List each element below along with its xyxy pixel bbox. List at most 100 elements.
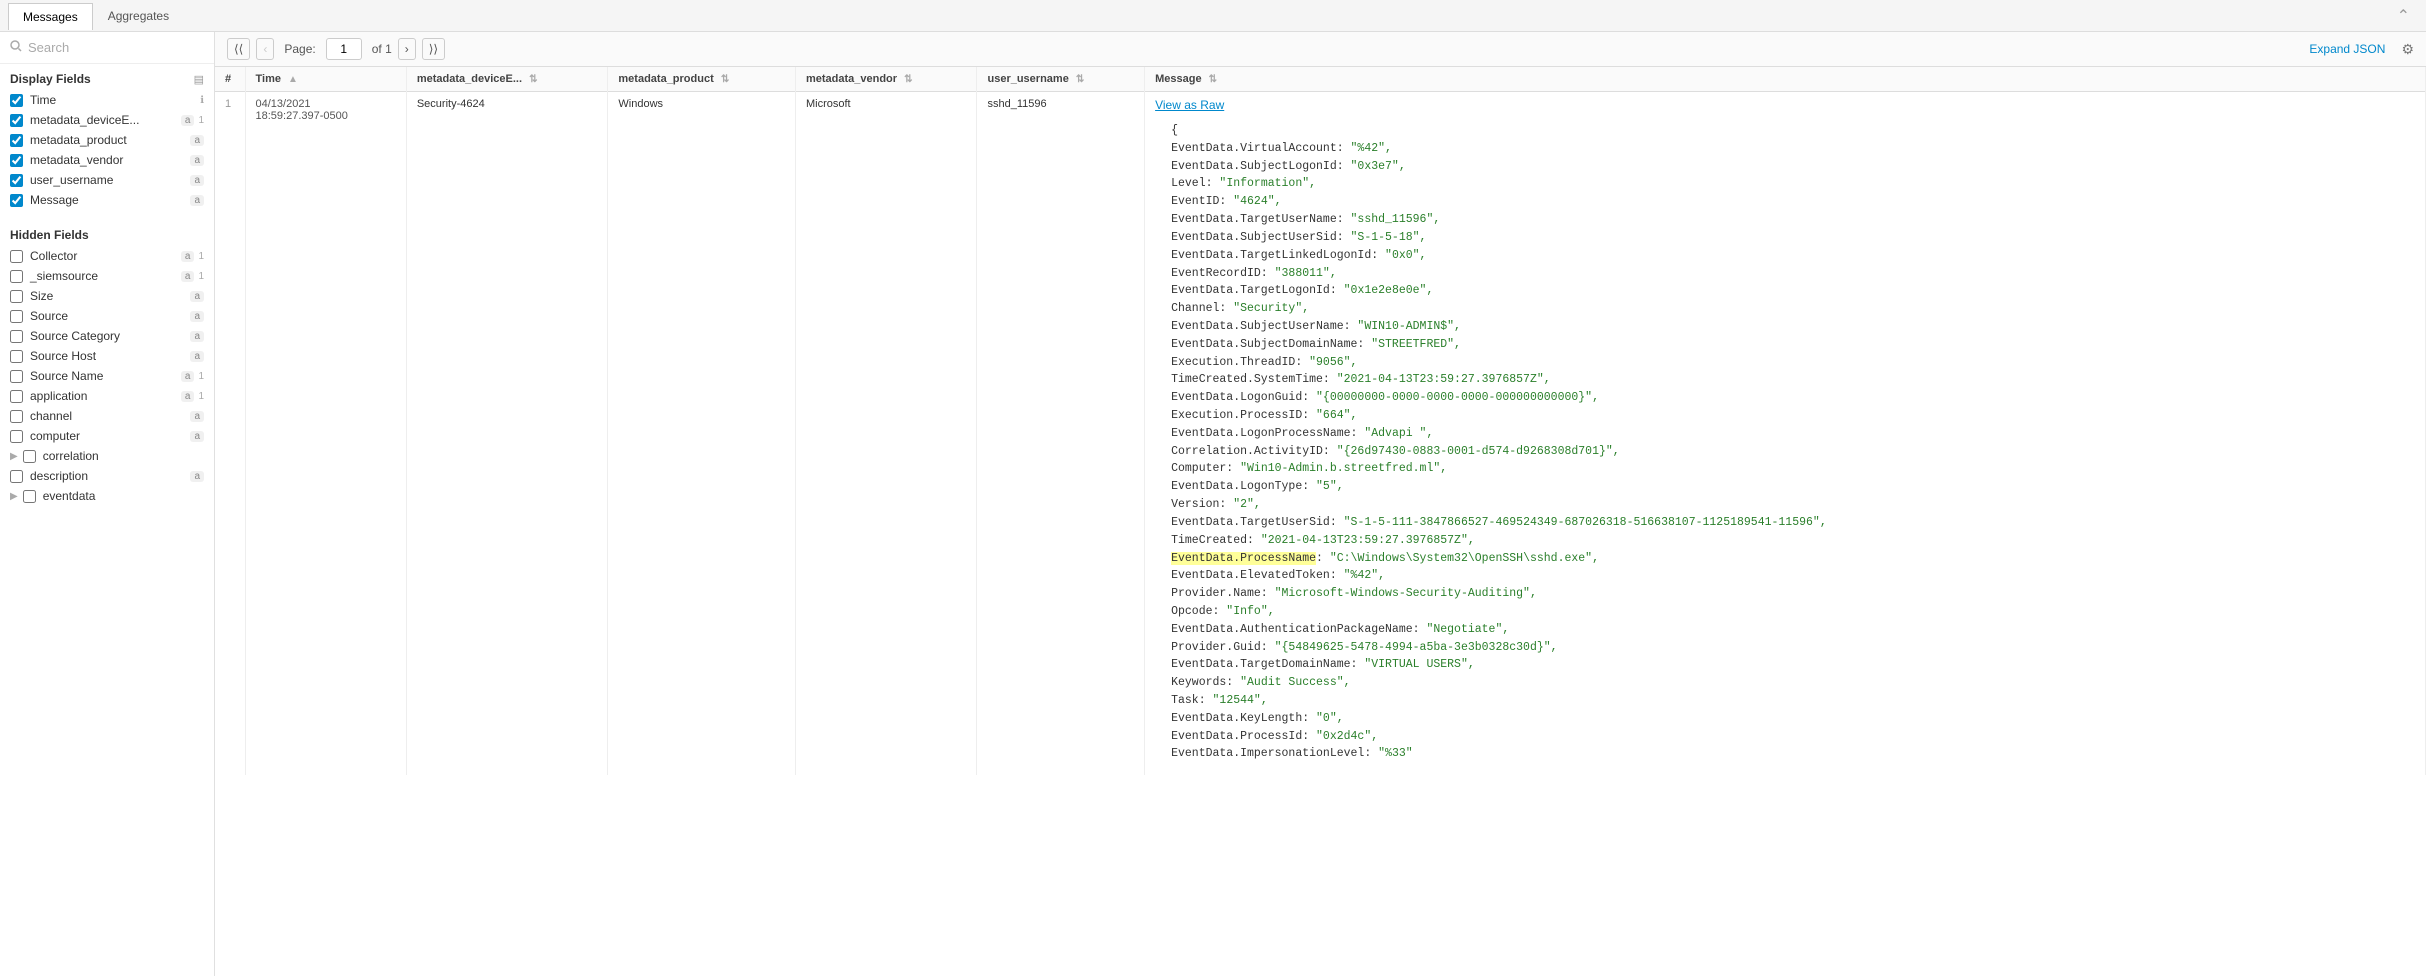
search-input[interactable]: [28, 40, 204, 55]
field-application[interactable]: application a 1: [0, 386, 214, 406]
json-line: {: [1171, 122, 2399, 140]
expand-json-button[interactable]: Expand JSON: [2309, 42, 2385, 56]
field-correlation-expand[interactable]: ▶: [10, 451, 18, 462]
field-metadata-product-checkbox[interactable]: [10, 134, 23, 147]
field-application-count: 1: [198, 391, 204, 402]
field-time-checkbox[interactable]: [10, 94, 23, 107]
view-raw-link[interactable]: View as Raw: [1155, 98, 2415, 112]
field-source-name[interactable]: Source Name a 1: [0, 366, 214, 386]
field-correlation-checkbox[interactable]: [23, 450, 36, 463]
json-value: "%42",: [1337, 569, 1385, 582]
field-metadata-product[interactable]: metadata_product a: [0, 130, 214, 150]
field-collector-label: Collector: [30, 249, 177, 263]
table-header-row: # Time ▲ metadata_deviceE... ⇅ metadata_…: [215, 67, 2426, 92]
json-value: "Info",: [1219, 605, 1274, 618]
field-eventdata[interactable]: ▶ eventdata: [0, 486, 214, 506]
json-value: "S-1-5-18",: [1344, 231, 1427, 244]
json-key: Correlation.ActivityID:: [1171, 445, 1330, 458]
json-line: Keywords: "Audit Success",: [1171, 674, 2399, 692]
json-value: "2021-04-13T23:59:27.3976857Z",: [1254, 534, 1475, 547]
json-value: "5",: [1309, 480, 1344, 493]
field-eventdata-expand[interactable]: ▶: [10, 491, 18, 502]
col-metadata-vendor[interactable]: metadata_vendor ⇅: [795, 67, 977, 92]
field-source-category-checkbox[interactable]: [10, 330, 23, 343]
field-collector[interactable]: Collector a 1: [0, 246, 214, 266]
json-key: TimeCreated:: [1171, 534, 1254, 547]
field-source-name-checkbox[interactable]: [10, 370, 23, 383]
field-metadata-product-label: metadata_product: [30, 133, 186, 147]
field-size[interactable]: Size a: [0, 286, 214, 306]
json-key: EventData.VirtualAccount:: [1171, 142, 1344, 155]
col-message[interactable]: Message ⇅: [1145, 67, 2426, 92]
field-channel-checkbox[interactable]: [10, 410, 23, 423]
field-correlation-label: correlation: [43, 449, 204, 463]
page-input[interactable]: [326, 38, 362, 60]
json-key: EventData.SubjectUserName:: [1171, 320, 1350, 333]
field-time-info[interactable]: ℹ: [200, 95, 204, 106]
field-metadata-vendor[interactable]: metadata_vendor a: [0, 150, 214, 170]
field-message-checkbox[interactable]: [10, 194, 23, 207]
results-table: # Time ▲ metadata_deviceE... ⇅ metadata_…: [215, 67, 2426, 775]
json-line: EventData.AuthenticationPackageName: "Ne…: [1171, 621, 2399, 639]
json-line: EventData.KeyLength: "0",: [1171, 710, 2399, 728]
app-container: Messages Aggregates ⌃ Display Fields ▤: [0, 0, 2426, 976]
field-message[interactable]: Message a: [0, 190, 214, 210]
json-value: "0x3e7",: [1344, 160, 1406, 173]
field-application-badge: a: [181, 391, 195, 402]
json-line: EventData.SubjectLogonId: "0x3e7",: [1171, 158, 2399, 176]
field-siemsource-checkbox[interactable]: [10, 270, 23, 283]
nav-first-button[interactable]: ⟨⟨: [227, 38, 250, 60]
field-description-checkbox[interactable]: [10, 470, 23, 483]
col-metadata-device[interactable]: metadata_deviceE... ⇅: [406, 67, 608, 92]
field-description[interactable]: description a: [0, 466, 214, 486]
field-metadata-device-checkbox[interactable]: [10, 114, 23, 127]
field-metadata-device[interactable]: metadata_deviceE... a 1: [0, 110, 214, 130]
json-key: EventData.LogonProcessName:: [1171, 427, 1357, 440]
field-source-category[interactable]: Source Category a: [0, 326, 214, 346]
col-user-username[interactable]: user_username ⇅: [977, 67, 1145, 92]
field-time-label: Time: [30, 93, 197, 107]
col-time[interactable]: Time ▲: [245, 67, 406, 92]
field-source[interactable]: Source a: [0, 306, 214, 326]
settings-icon[interactable]: ⚙: [2401, 41, 2414, 58]
field-application-checkbox[interactable]: [10, 390, 23, 403]
json-line: EventData.ImpersonationLevel: "%33": [1171, 745, 2399, 763]
tab-aggregates[interactable]: Aggregates: [93, 2, 184, 29]
field-source-host-checkbox[interactable]: [10, 350, 23, 363]
hidden-fields-header: Hidden Fields: [0, 220, 214, 246]
json-line: Channel: "Security",: [1171, 300, 2399, 318]
field-computer-badge: a: [190, 431, 204, 442]
field-siemsource[interactable]: _siemsource a 1: [0, 266, 214, 286]
field-time[interactable]: Time ℹ: [0, 90, 214, 110]
col-metadata-product[interactable]: metadata_product ⇅: [608, 67, 796, 92]
field-correlation[interactable]: ▶ correlation: [0, 446, 214, 466]
json-value: "%42",: [1344, 142, 1392, 155]
json-line: EventData.ProcessId: "0x2d4c",: [1171, 728, 2399, 746]
top-tabs: Messages Aggregates ⌃: [0, 0, 2426, 32]
json-line: EventRecordID: "388011",: [1171, 265, 2399, 283]
tab-messages[interactable]: Messages: [8, 3, 93, 30]
json-value: "0x2d4c",: [1309, 730, 1378, 743]
json-line: EventData.LogonProcessName: "Advapi ",: [1171, 425, 2399, 443]
nav-prev-button[interactable]: ‹: [256, 38, 274, 60]
field-size-checkbox[interactable]: [10, 290, 23, 303]
nav-next-button[interactable]: ›: [398, 38, 416, 60]
json-value: "{54849625-5478-4994-a5ba-3e3b0328c30d}"…: [1268, 641, 1558, 654]
field-metadata-vendor-checkbox[interactable]: [10, 154, 23, 167]
nav-last-button[interactable]: ⟩⟩: [422, 38, 445, 60]
field-user-username[interactable]: user_username a: [0, 170, 214, 190]
field-user-username-checkbox[interactable]: [10, 174, 23, 187]
field-computer-checkbox[interactable]: [10, 430, 23, 443]
json-line: EventData.SubjectUserSid: "S-1-5-18",: [1171, 229, 2399, 247]
field-computer[interactable]: computer a: [0, 426, 214, 446]
minimize-button[interactable]: ⌃: [2389, 2, 2418, 30]
field-eventdata-checkbox[interactable]: [23, 490, 36, 503]
field-collector-checkbox[interactable]: [10, 250, 23, 263]
json-key: EventData.SubjectDomainName:: [1171, 338, 1364, 351]
device-sort-icon: ⇅: [529, 74, 537, 85]
field-channel[interactable]: channel a: [0, 406, 214, 426]
field-source-checkbox[interactable]: [10, 310, 23, 323]
display-fields-icon[interactable]: ▤: [194, 73, 204, 86]
json-line: EventData.TargetUserName: "sshd_11596",: [1171, 211, 2399, 229]
field-source-host[interactable]: Source Host a: [0, 346, 214, 366]
